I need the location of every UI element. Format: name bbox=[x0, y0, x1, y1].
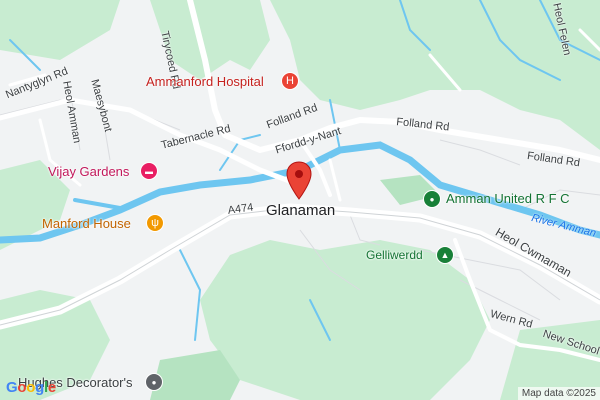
place-icon[interactable]: ● bbox=[145, 373, 163, 391]
stadium-icon[interactable]: ● bbox=[423, 190, 441, 208]
map-attribution[interactable]: Map data ©2025 bbox=[517, 387, 600, 400]
poi-label-gelliwerdd[interactable]: Gelliwerdd bbox=[366, 248, 423, 262]
hospital-icon[interactable]: H bbox=[281, 72, 299, 90]
location-pin-icon[interactable] bbox=[286, 161, 312, 201]
poi-label-manford[interactable]: Manford House bbox=[42, 216, 131, 231]
park-icon[interactable]: ▲ bbox=[436, 246, 454, 264]
google-logo: Google bbox=[6, 379, 56, 396]
map-canvas[interactable]: Tirycoed Rd Nantyglyn Rd Heol Amman Maes… bbox=[0, 0, 600, 400]
poi-label-amman-united[interactable]: Amman United R F C bbox=[446, 191, 570, 206]
hotel-icon[interactable]: ▬ bbox=[140, 162, 158, 180]
poi-label-vijay[interactable]: Vijay Gardens bbox=[48, 164, 129, 179]
town-label[interactable]: Glanaman bbox=[266, 202, 335, 219]
restaurant-icon[interactable]: ψ bbox=[146, 214, 164, 232]
poi-label-hospital[interactable]: Ammanford Hospital bbox=[146, 74, 264, 89]
